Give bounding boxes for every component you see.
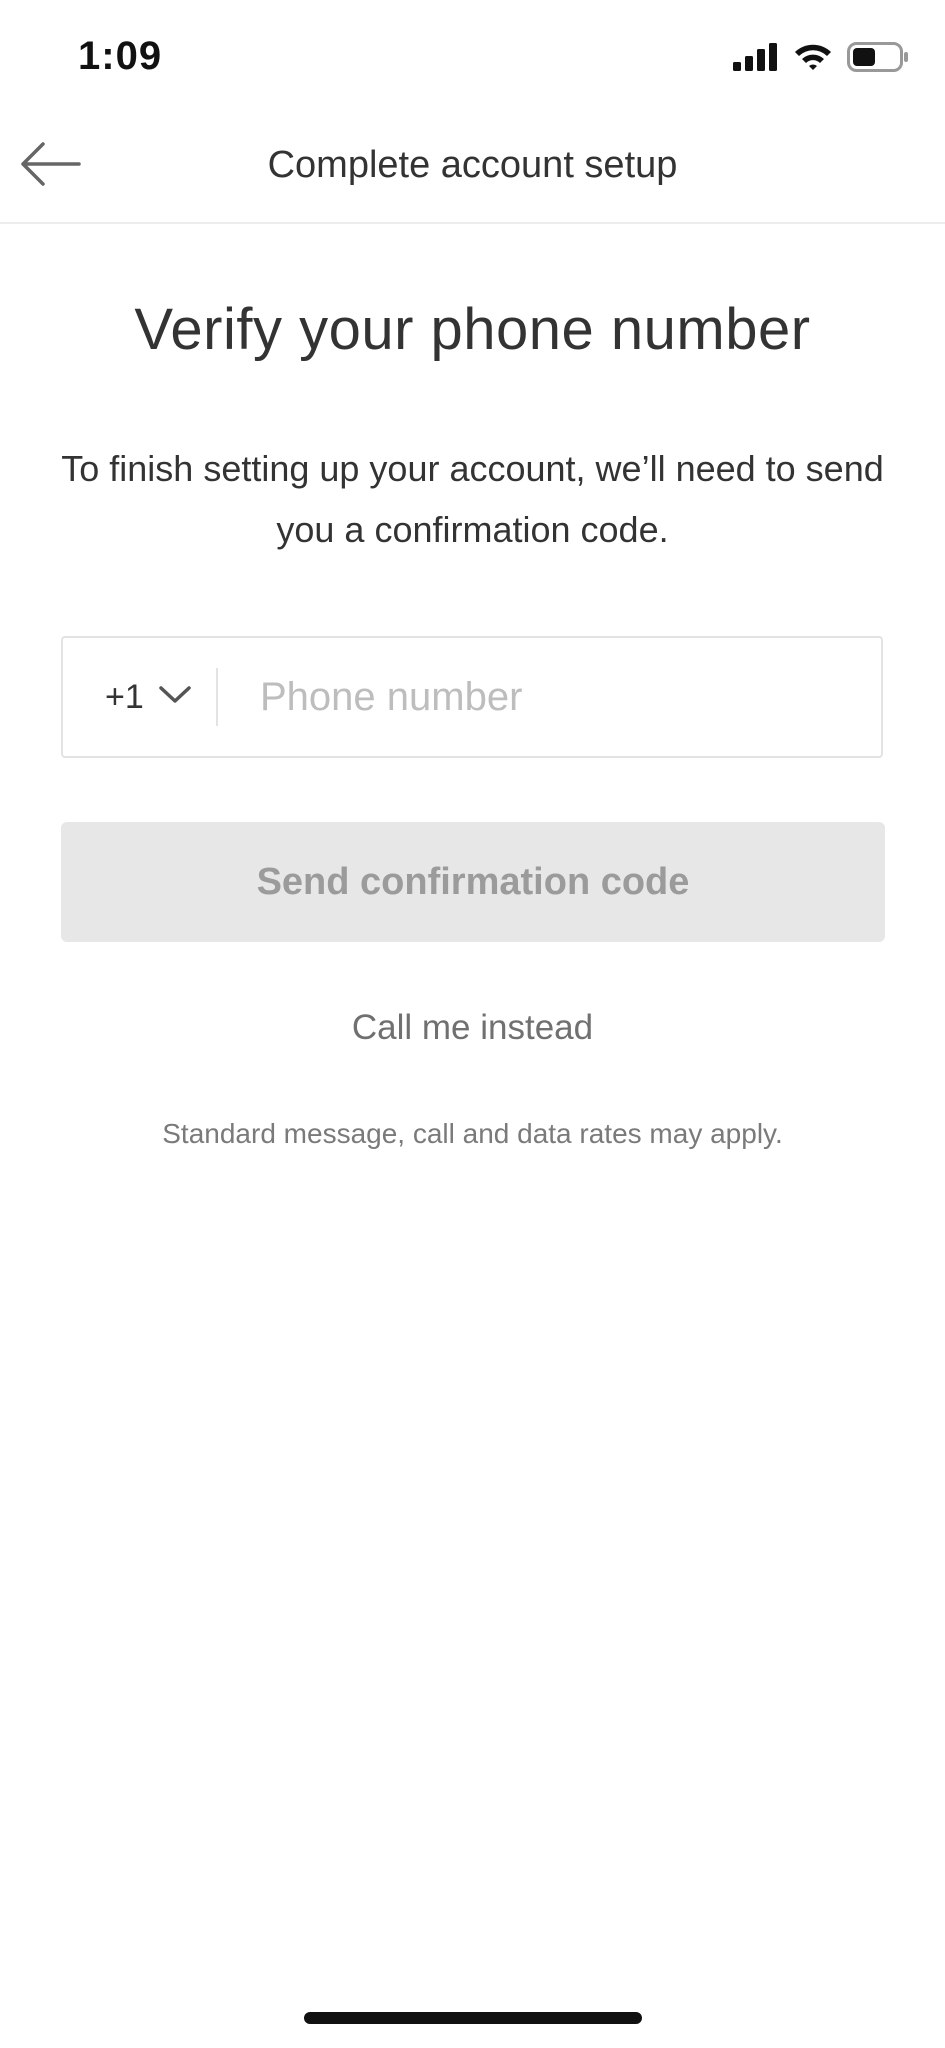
wifi-icon [793,42,833,77]
chevron-down-icon [158,684,192,711]
country-code: +1 [105,677,144,716]
rates-note: Standard message, call and data rates ma… [162,1118,783,1149]
phone-number-input[interactable] [218,637,881,757]
status-time: 1:09 [78,34,163,78]
status-bar: 1:09 [0,0,945,120]
battery-icon [847,42,909,77]
cellular-signal-icon [733,43,779,76]
status-icons [733,42,909,77]
home-indicator[interactable] [304,2012,642,2024]
country-code-selector[interactable]: +1 [63,657,216,737]
call-me-instead-link[interactable]: Call me instead [0,1008,945,1048]
page-title: Complete account setup [267,144,678,186]
description-text: To finish setting up your account, we’ll… [61,448,884,550]
phone-field: +1 [61,636,883,758]
nav-bar: Complete account setup [0,120,945,224]
send-confirmation-code-button[interactable]: Send confirmation code [61,822,885,942]
verify-heading: Verify your phone number [134,297,811,362]
